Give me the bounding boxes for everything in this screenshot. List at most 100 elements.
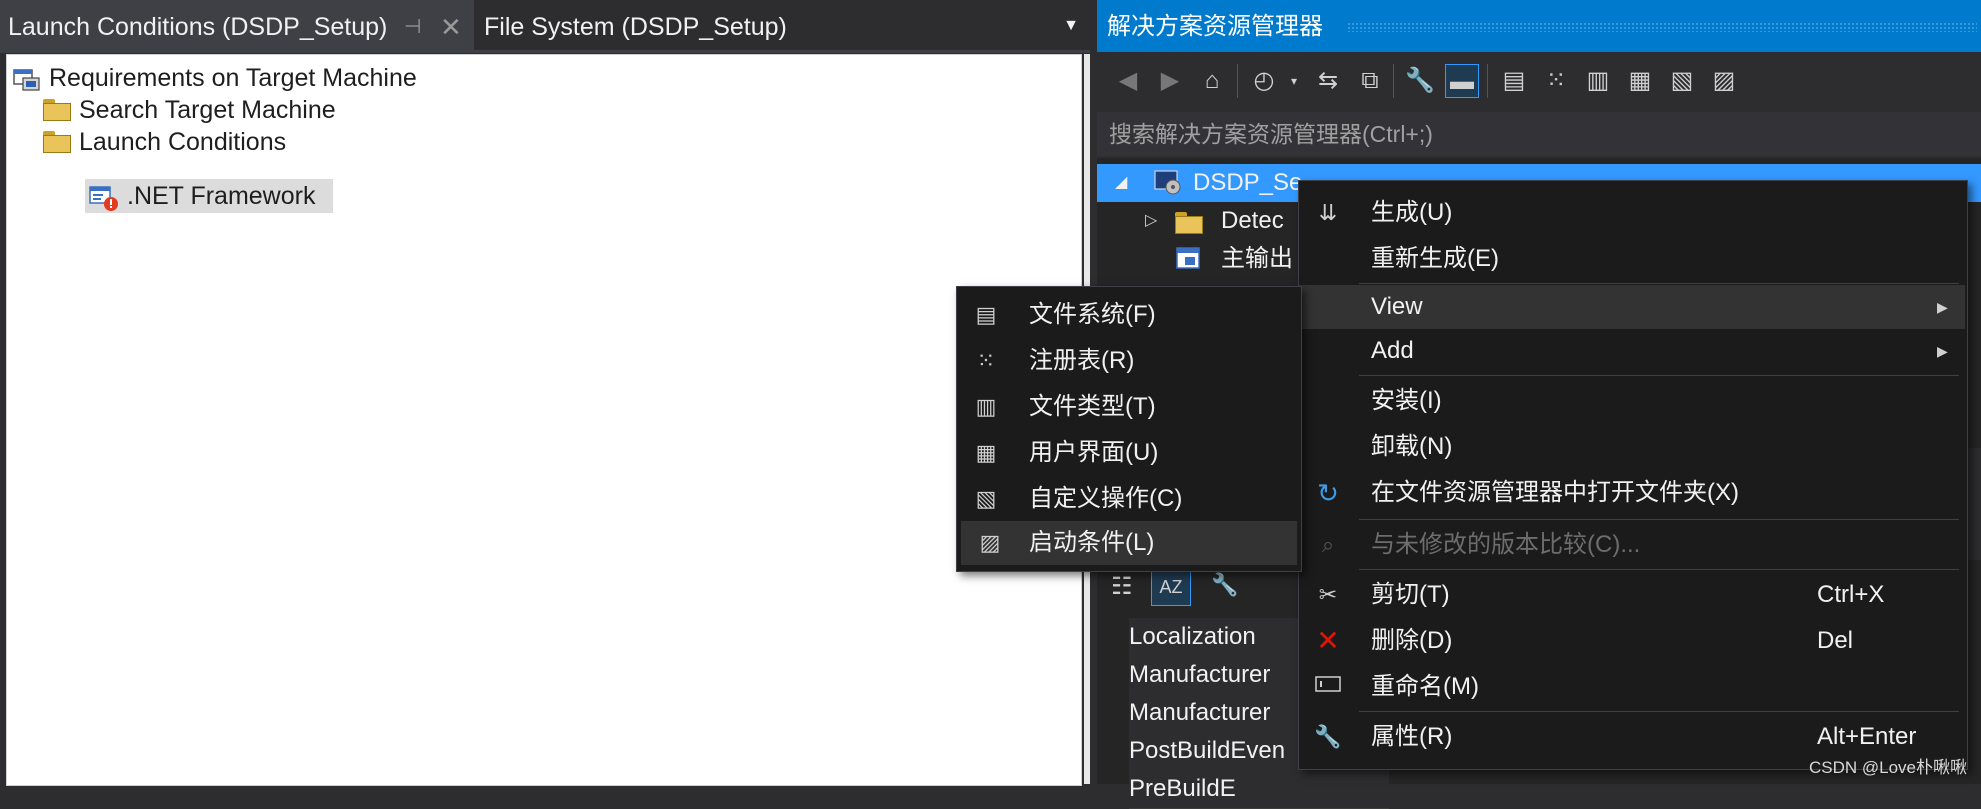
menu-item-build[interactable]: ⇊ 生成(U) [1299, 191, 1967, 235]
folder-icon [43, 131, 71, 153]
menu-separator [1359, 519, 1959, 520]
menu-item-label: 卸载(N) [1371, 433, 1453, 460]
primary-output-icon [1175, 246, 1205, 279]
menu-item-uninstall[interactable]: 卸载(N) [1299, 425, 1967, 469]
toolbar-separator [1393, 64, 1394, 98]
property-pages-wrench-icon[interactable]: 🔧 [1211, 572, 1238, 598]
menu-item-label: 自定义操作(C) [1029, 485, 1183, 512]
file-system-editor-icon[interactable]: ▤ [1497, 64, 1531, 98]
tab-file-system[interactable]: File System (DSDP_Setup) [484, 0, 787, 52]
custom-actions-editor-icon[interactable]: ▧ [1665, 64, 1699, 98]
menu-item-compare[interactable]: ⌕ 与未修改的版本比较(C)... [1299, 523, 1967, 567]
menu-item-label: 文件类型(T) [1029, 393, 1156, 420]
menu-item-label: 文件系统(F) [1029, 301, 1156, 328]
menu-item-label: 启动条件(L) [1029, 529, 1155, 556]
tree-node-label: .NET Framework [127, 182, 316, 210]
delete-x-icon: ✕ [1316, 625, 1340, 656]
menu-item-shortcut: Ctrl+X [1817, 581, 1885, 608]
menu-item-install[interactable]: 安装(I) [1299, 379, 1967, 423]
forward-icon[interactable]: ▶ [1153, 64, 1187, 98]
expanded-arrow-icon[interactable]: ◢ [1115, 164, 1127, 202]
menu-item-delete[interactable]: ✕ 删除(D) Del [1299, 619, 1967, 663]
solution-explorer-toolbar: ◀ ▶ ⌂ ◴ ▾ ⇆ ⧉ 🔧 ▬ ▤ ⁙ ▥ ▦ ▧ ▨ [1097, 52, 1981, 110]
menu-item-rename[interactable]: 重命名(M) [1299, 665, 1967, 709]
rename-icon [1313, 673, 1343, 701]
menu-separator [1359, 375, 1959, 376]
submenu-item-file-system[interactable]: ▤ 文件系统(F) [957, 293, 1301, 337]
tree-node-launch-conditions[interactable]: Launch Conditions [43, 125, 343, 159]
preview-selected-icon[interactable]: ▬ [1445, 64, 1479, 98]
scissors-icon: ✂ [1318, 582, 1338, 607]
menu-item-cut[interactable]: ✂ 剪切(T) Ctrl+X [1299, 573, 1967, 617]
pending-changes-icon[interactable]: ◴ [1247, 64, 1281, 98]
menu-item-label: 用户界面(U) [1029, 439, 1159, 466]
compare-icon: ⌕ [1321, 532, 1335, 557]
menu-item-open-folder[interactable]: ↻ 在文件资源管理器中打开文件夹(X) [1299, 471, 1967, 515]
back-icon[interactable]: ◀ [1111, 64, 1145, 98]
pin-icon[interactable]: ⊣ [404, 0, 421, 54]
submenu-item-file-types[interactable]: ▥ 文件类型(T) [957, 385, 1301, 429]
watermark-text: CSDN @Love朴啾啾 [1808, 758, 1967, 777]
tree-node-label: DSDP_Se [1193, 169, 1303, 196]
file-types-icon: ▥ [975, 394, 997, 419]
tree-node-search-target-machine[interactable]: Search Target Machine [43, 93, 363, 127]
menu-item-label: 安装(I) [1371, 387, 1442, 414]
sync-icon[interactable]: ⇆ [1311, 64, 1345, 98]
chevron-down-icon[interactable]: ▾ [1277, 64, 1311, 98]
menu-item-label: 生成(U) [1371, 199, 1453, 226]
build-icon: ⇊ [1318, 200, 1338, 225]
menu-item-shortcut: Del [1817, 627, 1854, 654]
submenu-item-registry[interactable]: ⁙ 注册表(R) [957, 339, 1301, 383]
tab-label: File System (DSDP_Setup) [484, 13, 787, 41]
tree-node-label: 主输出 [1221, 245, 1293, 272]
menu-separator [1359, 711, 1959, 712]
solution-explorer-search-input[interactable]: 搜索解决方案资源管理器(Ctrl+;) [1097, 112, 1981, 156]
registry-icon: ⁙ [976, 348, 996, 373]
tree-node-dotnet-framework[interactable]: .NET Framework [85, 179, 333, 213]
open-folder-arrow-icon: ↻ [1317, 478, 1339, 508]
alphabetical-sort-icon[interactable]: AZ [1151, 568, 1191, 606]
tab-launch-conditions[interactable]: Launch Conditions (DSDP_Setup) ⊣ ✕ [0, 0, 474, 52]
properties-wrench-icon[interactable]: 🔧 [1403, 64, 1437, 98]
user-interface-editor-icon[interactable]: ▦ [1623, 64, 1657, 98]
menu-item-label: 属性(R) [1371, 723, 1453, 750]
tree-node-requirements[interactable]: Requirements on Target Machine [13, 61, 433, 95]
submenu-item-user-interface[interactable]: ▦ 用户界面(U) [957, 431, 1301, 475]
solution-explorer-title: 解决方案资源管理器 [1107, 13, 1323, 40]
menu-separator [1359, 283, 1959, 284]
registry-editor-icon[interactable]: ⁙ [1539, 64, 1573, 98]
collapse-all-icon[interactable]: ⧉ [1353, 64, 1387, 98]
launch-conditions-icon: ▨ [979, 530, 1001, 555]
submenu-item-custom-actions[interactable]: ▧ 自定义操作(C) [957, 477, 1301, 521]
tree-node-label: Search Target Machine [79, 96, 336, 124]
launch-condition-warning-icon [89, 185, 118, 211]
property-row[interactable]: PreBuildE [1129, 770, 1389, 809]
tab-list-dropdown-icon[interactable]: ▼ [1056, 0, 1086, 52]
tree-node-label: Launch Conditions [79, 128, 287, 156]
file-system-icon: ▤ [975, 302, 997, 327]
tab-underline [0, 50, 1090, 53]
menu-item-label: Add [1371, 337, 1414, 364]
folder-icon [43, 99, 71, 121]
file-types-editor-icon[interactable]: ▥ [1581, 64, 1615, 98]
close-icon[interactable]: ✕ [440, 0, 462, 54]
launch-conditions-editor-icon[interactable]: ▨ [1707, 64, 1741, 98]
menu-item-label: 剪切(T) [1371, 581, 1450, 608]
submenu-arrow-icon: ▶ [1937, 343, 1948, 359]
menu-item-add[interactable]: Add ▶ [1299, 329, 1967, 373]
menu-item-view[interactable]: View ▶ [1299, 285, 1965, 329]
home-icon[interactable]: ⌂ [1195, 64, 1229, 98]
categorized-icon[interactable]: ☷ [1111, 572, 1133, 601]
launch-conditions-editor: Requirements on Target Machine Search Ta… [6, 54, 1082, 786]
folder-icon [1175, 212, 1203, 234]
solution-explorer-titlebar: 解决方案资源管理器 [1097, 0, 1981, 52]
menu-item-rebuild[interactable]: 重新生成(E) [1299, 237, 1967, 281]
submenu-item-launch-conditions[interactable]: ▨ 启动条件(L) [961, 521, 1297, 565]
wrench-icon: 🔧 [1314, 724, 1342, 749]
menu-item-label: View [1371, 293, 1423, 320]
view-submenu: ▤ 文件系统(F) ⁙ 注册表(R) ▥ 文件类型(T) ▦ 用户界面(U) ▧… [956, 286, 1302, 572]
search-placeholder: 搜索解决方案资源管理器(Ctrl+;) [1109, 121, 1433, 147]
toolbar-separator [1487, 64, 1488, 98]
tree-node-label: Requirements on Target Machine [49, 64, 417, 92]
collapsed-arrow-icon[interactable]: ▷ [1145, 202, 1157, 240]
